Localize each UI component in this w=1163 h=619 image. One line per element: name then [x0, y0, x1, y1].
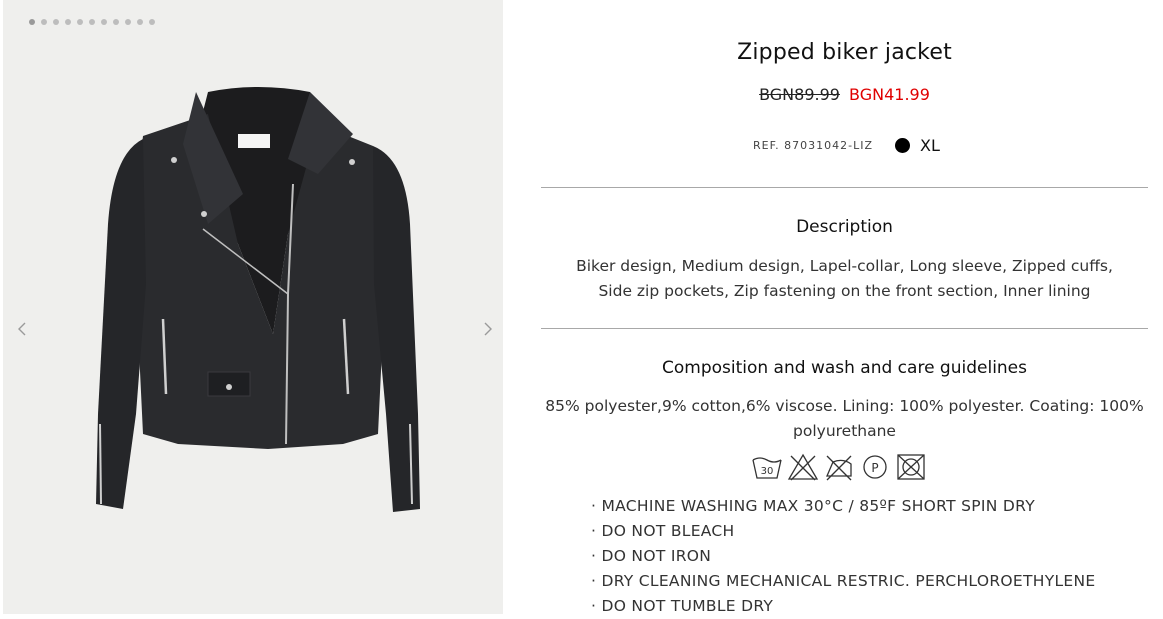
- chevron-right-icon: [484, 322, 492, 336]
- sale-price: BGN41.99: [849, 85, 930, 104]
- gallery-pagination-dots: [29, 19, 155, 25]
- wash-temperature: 30: [761, 466, 774, 477]
- dry-clean-letter: P: [871, 461, 878, 475]
- gallery-prev-button[interactable]: [11, 318, 33, 340]
- dry-clean-p-icon: P: [863, 455, 887, 479]
- price-block: BGN89.99 BGN41.99: [503, 85, 1163, 104]
- care-instruction: MACHINE WASHING MAX 30°C / 85ºF SHORT SP…: [591, 494, 1096, 519]
- gallery-dot[interactable]: [29, 19, 35, 25]
- gallery-dot[interactable]: [41, 19, 47, 25]
- composition-line: 85% polyester,9% cotton,6% viscose. Lini…: [545, 397, 1144, 415]
- care-instruction: DO NOT IRON: [591, 544, 1096, 569]
- no-bleach-icon: [787, 453, 819, 481]
- composition-line: polyurethane: [793, 422, 896, 440]
- divider: [541, 328, 1148, 329]
- color-swatch[interactable]: [895, 138, 911, 153]
- gallery-dot[interactable]: [149, 19, 155, 25]
- composition-heading: Composition and wash and care guidelines: [661, 358, 1028, 378]
- gallery-next-button[interactable]: [477, 318, 499, 340]
- product-title: Zipped biker jacket: [737, 40, 952, 65]
- care-icons: 30 P: [751, 452, 927, 482]
- gallery-dot[interactable]: [137, 19, 143, 25]
- original-price: BGN89.99: [759, 85, 840, 104]
- product-info-panel: Zipped biker jacket BGN89.99 BGN41.99 RE…: [503, 0, 1163, 618]
- gallery-dot[interactable]: [53, 19, 59, 25]
- gallery-dot[interactable]: [89, 19, 95, 25]
- gallery-dot[interactable]: [125, 19, 131, 25]
- no-iron-icon: [826, 455, 852, 481]
- divider: [541, 187, 1148, 188]
- care-instructions-list: MACHINE WASHING MAX 30°C / 85ºF SHORT SP…: [591, 494, 1096, 619]
- description-line: Side zip pockets, Zip fastening on the f…: [598, 282, 1091, 300]
- product-image: [96, 87, 420, 512]
- description-heading: Description: [796, 217, 893, 237]
- gallery-dot[interactable]: [113, 19, 119, 25]
- gallery-dot[interactable]: [101, 19, 107, 25]
- care-instruction: DO NOT TUMBLE DRY: [591, 594, 1096, 619]
- no-tumble-dry-icon: [897, 454, 925, 480]
- description-text: Biker design, Medium design, Lapel-colla…: [541, 254, 1148, 304]
- description-line: Biker design, Medium design, Lapel-colla…: [576, 257, 1113, 275]
- product-image-gallery[interactable]: [3, 0, 503, 614]
- care-instruction: DO NOT BLEACH: [591, 519, 1096, 544]
- chevron-left-icon: [18, 322, 26, 336]
- selected-size: XL: [920, 136, 940, 155]
- gallery-dot[interactable]: [77, 19, 83, 25]
- wash-30-icon: 30: [752, 457, 782, 479]
- product-reference: REF. 87031042-LIZ: [753, 139, 874, 152]
- reference-line: REF. 87031042-LIZ XL: [753, 136, 940, 155]
- composition-text: 85% polyester,9% cotton,6% viscose. Lini…: [541, 394, 1148, 444]
- care-instruction: DRY CLEANING MECHANICAL RESTRIC. PERCHLO…: [591, 569, 1096, 594]
- gallery-dot[interactable]: [65, 19, 71, 25]
